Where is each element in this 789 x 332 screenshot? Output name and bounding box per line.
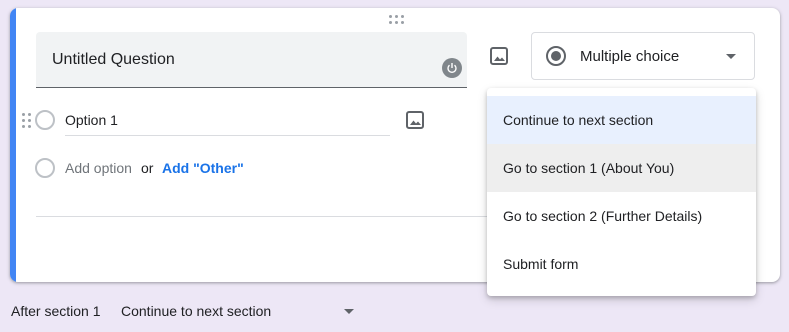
option-drag-handle-icon[interactable] <box>22 113 32 129</box>
option-1-input[interactable]: Option 1 <box>65 112 118 128</box>
option-image-icon[interactable] <box>405 110 425 130</box>
menu-item-submit-form[interactable]: Submit form <box>487 240 756 288</box>
drag-handle-icon[interactable] <box>389 15 405 25</box>
menu-item-go-to-section-2[interactable]: Go to section 2 (Further Details) <box>487 192 756 240</box>
power-icon[interactable] <box>442 58 462 78</box>
card-accent-bar <box>10 8 16 282</box>
card-divider <box>36 216 496 217</box>
or-label: or <box>141 160 154 176</box>
option-radio-icon <box>35 110 55 130</box>
question-type-dropdown[interactable]: Multiple choice <box>531 32 755 80</box>
radio-selected-icon <box>545 45 567 72</box>
add-other-button[interactable]: Add "Other" <box>162 160 244 176</box>
chevron-down-icon[interactable] <box>344 309 354 314</box>
menu-item-go-to-section-1[interactable]: Go to section 1 (About You) <box>487 144 756 192</box>
after-section-label: After section 1 <box>11 303 101 319</box>
chevron-down-icon <box>726 54 736 59</box>
question-type-label: Multiple choice <box>580 48 680 65</box>
after-section-dropdown[interactable]: Continue to next section <box>121 303 271 319</box>
section-navigation-menu: Continue to next section Go to section 1… <box>487 88 756 296</box>
question-title: Untitled Question <box>52 51 175 68</box>
menu-item-continue-next-section[interactable]: Continue to next section <box>487 96 756 144</box>
add-option-button[interactable]: Add option <box>65 160 132 176</box>
section-footer: After section 1 Continue to next section <box>0 290 789 332</box>
image-icon[interactable] <box>489 46 509 66</box>
question-title-input[interactable]: Untitled Question <box>36 32 467 88</box>
add-option-radio-icon <box>35 158 55 178</box>
option-underline <box>65 135 390 136</box>
